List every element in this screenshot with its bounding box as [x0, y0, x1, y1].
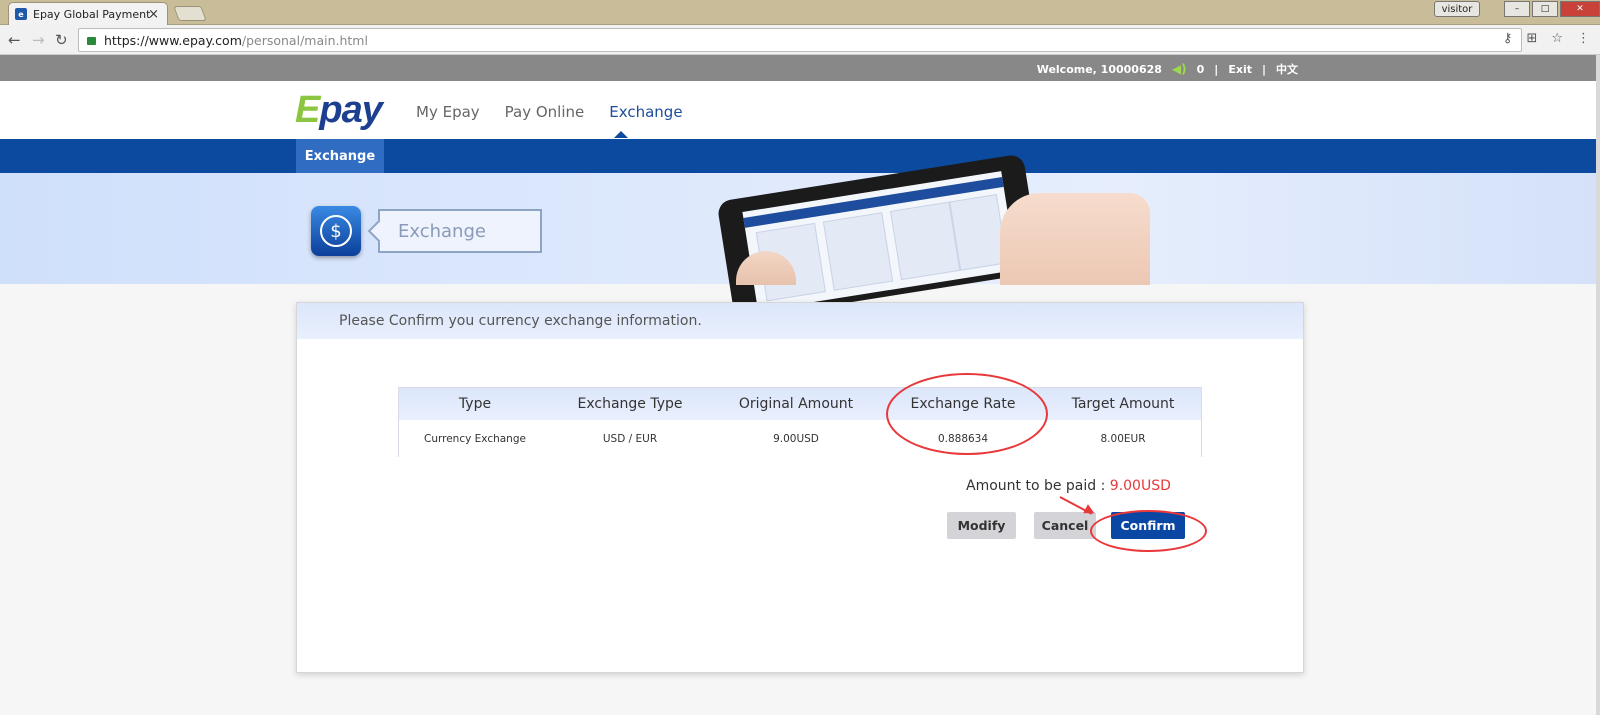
modify-button[interactable]: Modify	[947, 512, 1016, 539]
url-path: /personal/main.html	[241, 32, 368, 48]
welcome-text: Welcome, 10000628	[1036, 62, 1162, 76]
hand-illustration	[1000, 193, 1150, 285]
table-row: Currency Exchange USD / EUR 9.00USD 0.88…	[399, 420, 1201, 457]
column-header: Exchange Type	[577, 396, 683, 412]
amount-value: 9.00USD	[1109, 478, 1171, 494]
minimize-icon[interactable]: –	[1504, 1, 1530, 17]
forward-icon[interactable]: →	[32, 31, 45, 49]
exchange-table: Type Exchange Type Original Amount Excha…	[398, 387, 1202, 457]
language-link[interactable]: 中文	[1276, 61, 1298, 77]
confirm-card: Please Confirm you currency exchange inf…	[296, 302, 1304, 673]
table-cell: Currency Exchange	[424, 432, 526, 445]
translate-icon[interactable]: ⊞	[1526, 31, 1537, 46]
separator: |	[1261, 62, 1266, 76]
site-header: Epay My Epay Pay Online Exchange	[0, 81, 1600, 139]
key-icon[interactable]: ⚷	[1503, 31, 1513, 46]
amount-label: Amount to be paid :	[966, 478, 1110, 494]
nav-my-epay[interactable]: My Epay	[416, 103, 480, 121]
sub-nav: Exchange	[0, 139, 1600, 173]
browser-tab[interactable]: e Epay Global Payment ×	[8, 2, 168, 25]
table-cell: 8.00EUR	[1100, 432, 1146, 445]
window-controls: – □ ✕	[1504, 0, 1600, 20]
dollar-icon: $	[311, 206, 361, 256]
tab-close-icon[interactable]: ×	[148, 7, 159, 22]
column-header: Type	[458, 396, 492, 412]
separator: |	[1214, 62, 1219, 76]
annotation-circle-confirm	[1090, 510, 1207, 552]
exchange-banner: $ Exchange	[0, 153, 1600, 321]
epay-favicon-icon: e	[15, 8, 27, 20]
address-bar[interactable]: https://www.epay.com/personal/main.html	[78, 28, 1522, 52]
subnav-exchange-tab[interactable]: Exchange	[296, 139, 384, 173]
lock-icon	[87, 37, 96, 45]
annotation-circle-exchange-rate	[886, 373, 1048, 455]
epay-logo[interactable]: Epay	[295, 89, 383, 132]
table-cell: 9.00USD	[773, 432, 819, 445]
speaker-icon[interactable]: ◀)	[1172, 62, 1187, 76]
confirm-heading: Please Confirm you currency exchange inf…	[297, 303, 1303, 339]
amount-to-pay: Amount to be paid : 9.00USD	[966, 478, 1171, 494]
profile-button[interactable]: visitor	[1434, 1, 1480, 17]
back-icon[interactable]: ←	[8, 31, 21, 49]
tab-title: Epay Global Payment	[33, 7, 151, 21]
page-scrollbar[interactable]	[1596, 55, 1600, 715]
table-header: Type Exchange Type Original Amount Excha…	[399, 388, 1201, 420]
column-header: Original Amount	[738, 396, 854, 412]
table-cell: USD / EUR	[602, 432, 658, 445]
menu-icon[interactable]: ⋮	[1577, 31, 1590, 46]
column-header: Target Amount	[1071, 396, 1175, 412]
toolbar-icons: ⚷ ⊞ ☆ ⋮	[1503, 31, 1590, 46]
maximize-icon[interactable]: □	[1532, 1, 1558, 17]
nav-exchange[interactable]: Exchange	[609, 103, 682, 121]
browser-toolbar: ← → ↻ https://www.epay.com/personal/main…	[0, 25, 1600, 55]
exit-link[interactable]: Exit	[1228, 63, 1252, 76]
close-window-icon[interactable]: ✕	[1560, 1, 1600, 17]
tablet-illustration	[716, 153, 1042, 321]
nav-active-indicator	[614, 131, 628, 138]
site-topbar: Welcome, 10000628 ◀) 0 | Exit | 中文	[0, 55, 1600, 81]
new-tab-button[interactable]	[173, 6, 207, 21]
nav-pay-online[interactable]: Pay Online	[505, 103, 585, 121]
browser-tabstrip: e Epay Global Payment × visitor – □ ✕	[0, 0, 1600, 25]
url-host: https://www.epay.com	[104, 32, 242, 48]
message-count[interactable]: 0	[1197, 63, 1205, 76]
star-icon[interactable]: ☆	[1551, 31, 1563, 46]
reload-icon[interactable]: ↻	[55, 31, 68, 49]
cancel-button[interactable]: Cancel	[1034, 512, 1096, 539]
banner-title: Exchange	[378, 209, 542, 253]
main-nav: My Epay Pay Online Exchange	[416, 103, 683, 121]
